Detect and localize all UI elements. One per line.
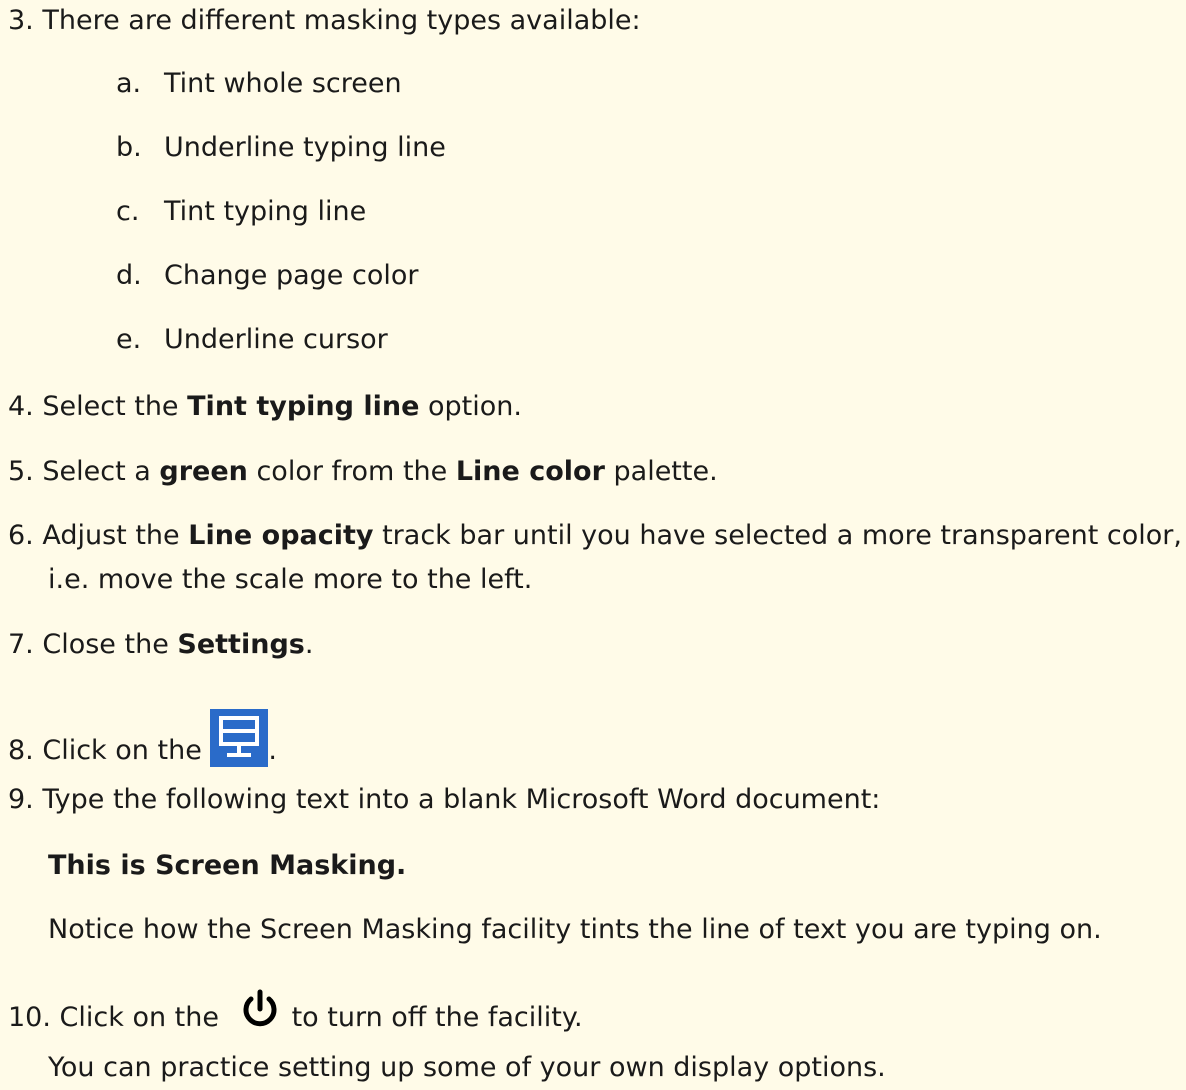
step-text-mid: color from the — [247, 456, 456, 487]
step-number: 9. — [8, 784, 34, 815]
list-letter: b. — [116, 132, 142, 163]
step-text-line2: i.e. move the scale more to the left. — [48, 564, 533, 595]
step-4: 4. Select the Tint typing line option. — [8, 390, 522, 424]
step-number: 3. — [8, 5, 34, 36]
list-item-text: Tint typing line — [164, 196, 367, 227]
notice-sentence: Notice how the Screen Masking facility t… — [48, 914, 1102, 945]
step-number: 4. — [8, 391, 34, 422]
option-name: Tint typing line — [187, 391, 420, 422]
step-text-pre: Select a — [42, 456, 160, 487]
step-9: 9. Type the following text into a blank … — [8, 783, 880, 817]
footer-sentence: You can practice setting up some of your… — [48, 1052, 886, 1083]
step-6-continuation: i.e. move the scale more to the left. — [48, 563, 532, 597]
masking-type-b: b. Underline typing line — [116, 131, 446, 165]
step-text-pre: Select the — [42, 391, 188, 422]
step-text-pre: Adjust the — [42, 520, 189, 551]
list-item-text: Underline cursor — [164, 324, 388, 355]
list-letter: c. — [116, 196, 140, 227]
sample-text: This is Screen Masking. — [48, 849, 406, 883]
step-3: 3. There are different masking types ava… — [8, 4, 641, 38]
step-text: Type the following text into a blank Mic… — [42, 784, 881, 815]
color-name: green — [159, 456, 248, 487]
list-letter: e. — [116, 324, 142, 355]
list-item-text: Change page color — [164, 260, 419, 291]
step-8: 8. Click on the . — [8, 709, 277, 768]
step-10: 10. Click on the to turn off the facilit… — [8, 988, 583, 1035]
masking-type-e: e. Underline cursor — [116, 323, 388, 357]
step-5: 5. Select a green color from the Line co… — [8, 455, 718, 489]
step-7: 7. Close the Settings. — [8, 628, 313, 662]
list-item-text: Tint whole screen — [164, 68, 402, 99]
palette-name: Line color — [455, 456, 605, 487]
step-text-pre: Click on the — [42, 735, 211, 766]
step-text-post: . — [268, 735, 277, 766]
list-letter: a. — [116, 68, 142, 99]
masking-type-c: c. Tint typing line — [116, 195, 366, 229]
step-text: There are different masking types availa… — [42, 5, 641, 36]
step-text-pre: Close the — [42, 629, 178, 660]
step-text-post: track bar until you have selected a more… — [373, 520, 1182, 551]
step-number: 7. — [8, 629, 34, 660]
masking-type-d: d. Change page color — [116, 259, 418, 293]
step-number: 10. — [8, 1002, 51, 1033]
step-number: 8. — [8, 735, 34, 766]
notice-text: Notice how the Screen Masking facility t… — [48, 913, 1102, 947]
step-text-post: . — [304, 629, 314, 660]
list-letter: d. — [116, 260, 142, 291]
step-6: 6. Adjust the Line opacity track bar unt… — [8, 519, 1182, 553]
step-number: 6. — [8, 520, 34, 551]
trackbar-name: Line opacity — [188, 520, 374, 551]
step-number: 5. — [8, 456, 34, 487]
instructions-document: 3. There are different masking types ava… — [0, 0, 1186, 1090]
power-icon — [238, 988, 282, 1032]
footer-text: You can practice setting up some of your… — [48, 1051, 886, 1085]
step-text-pre: Click on the — [59, 1002, 228, 1033]
masking-type-a: a. Tint whole screen — [116, 67, 402, 101]
step-text-post: palette. — [604, 456, 718, 487]
monitor-icon — [210, 709, 269, 767]
step-text-post: option. — [419, 391, 522, 422]
settings-name: Settings — [177, 629, 305, 660]
step-text-post: to turn off the facility. — [291, 1002, 583, 1033]
list-item-text: Underline typing line — [164, 132, 446, 163]
sample-sentence: This is Screen Masking. — [48, 850, 407, 881]
